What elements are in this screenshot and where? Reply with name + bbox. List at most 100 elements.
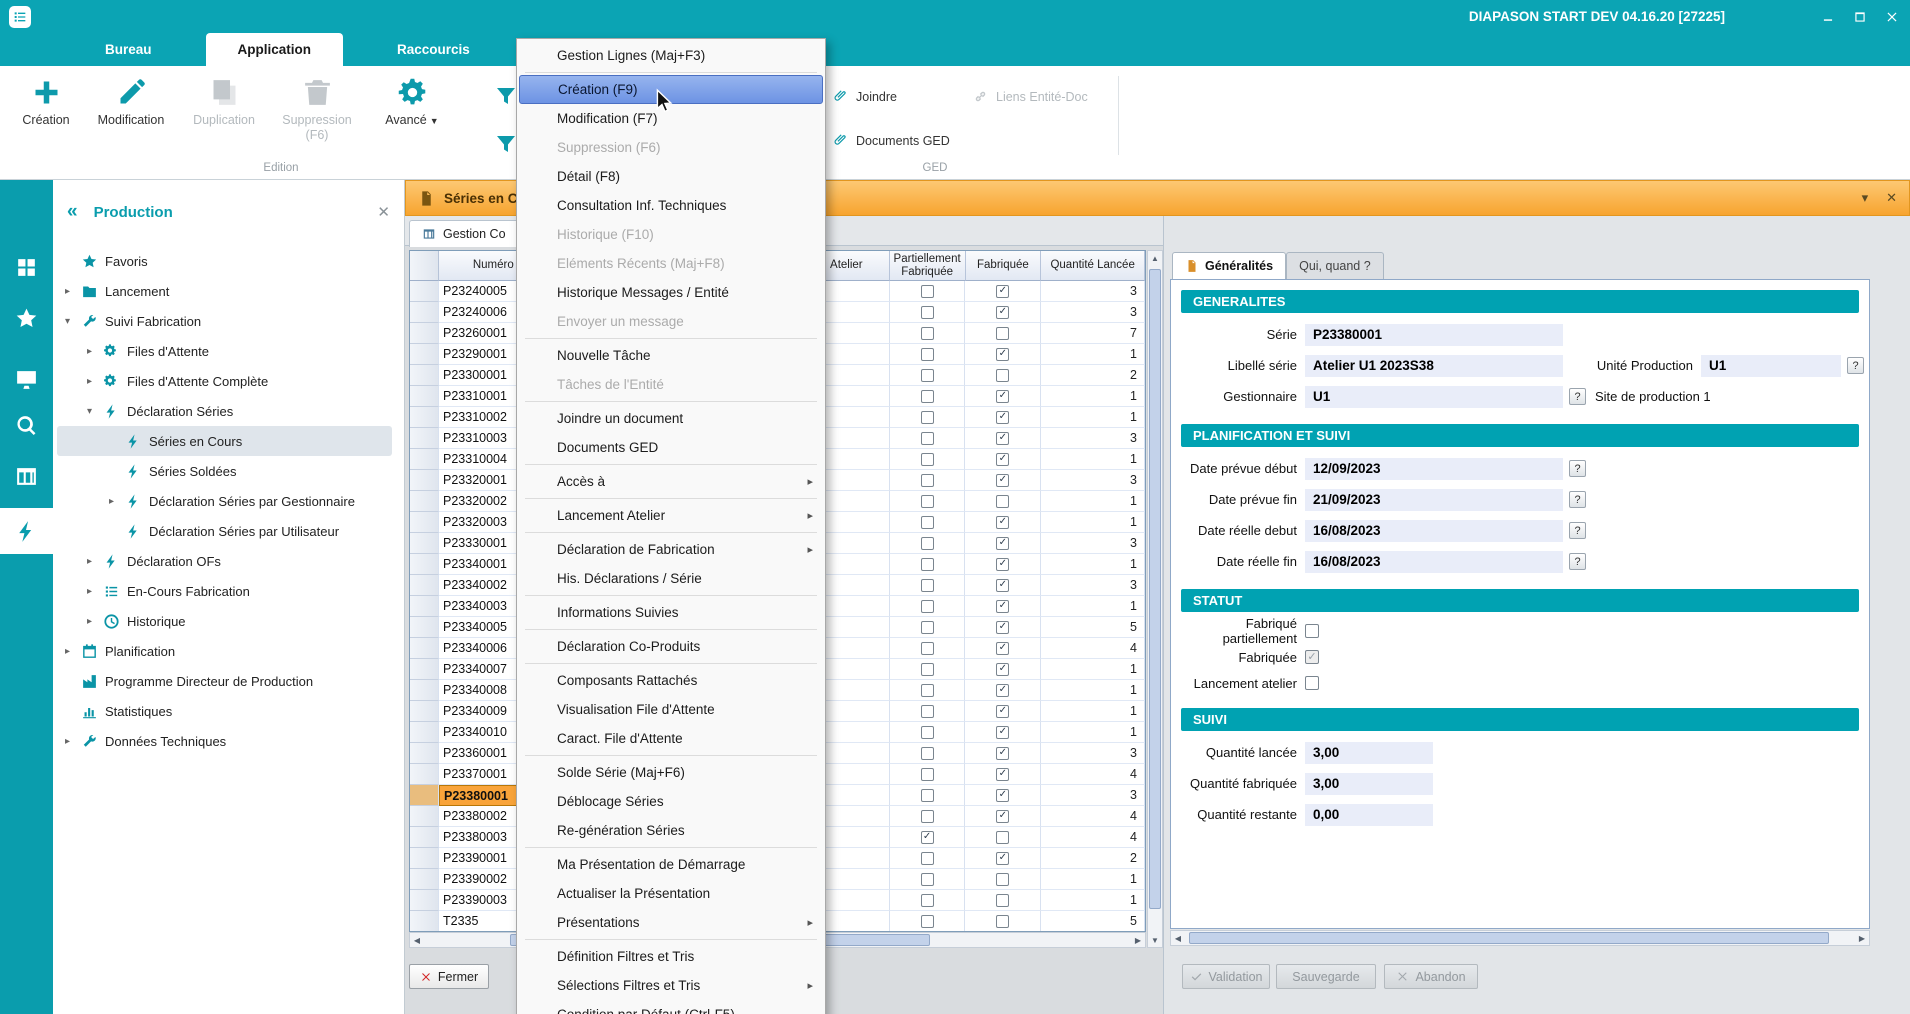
checkbox[interactable] [996,831,1009,844]
menu-item[interactable]: Définition Filtres et Tris [519,942,823,971]
menu-item[interactable]: Consultation Inf. Techniques [519,191,823,220]
menu-item[interactable]: Sélections Filtres et Tris▸ [519,971,823,1000]
menu-item[interactable]: Présentations▸ [519,908,823,937]
maximize-icon[interactable] [1850,7,1870,27]
row-selector[interactable] [410,659,439,680]
scrollbar-thumb[interactable] [1189,932,1829,944]
tree-collapsed-arrow-icon[interactable]: ▸ [65,646,81,657]
checkbox[interactable] [921,789,934,802]
checkbox[interactable]: ✓ [996,432,1009,445]
checkbox[interactable]: ✓ [996,537,1009,550]
row-selector[interactable] [410,806,439,827]
tab-qui-quand[interactable]: Qui, quand ? [1286,252,1384,279]
checkbox[interactable]: ✓ [996,810,1009,823]
dropdown-icon[interactable]: ▾ [1862,190,1869,206]
checkbox[interactable] [921,663,934,676]
minimize-icon[interactable] [1818,7,1838,27]
checkbox[interactable] [921,600,934,613]
checkbox[interactable]: ✓ [996,600,1009,613]
row-selector[interactable] [410,785,439,806]
fermer-button[interactable]: Fermer [409,964,489,989]
help-button[interactable]: ? [1569,553,1586,570]
field-value[interactable]: 12/09/2023 [1305,458,1563,480]
row-selector[interactable] [410,701,439,722]
duplication-button[interactable]: Duplication [182,76,266,128]
row-selector[interactable] [410,596,439,617]
scroll-up-icon[interactable]: ▲ [1148,251,1162,265]
checkbox[interactable] [921,726,934,739]
checkbox[interactable] [921,558,934,571]
menu-item[interactable]: Historique (F10) [519,220,823,249]
tree-item[interactable]: ▾Déclaration Séries [57,396,404,426]
row-selector[interactable] [410,428,439,449]
row-selector[interactable] [410,743,439,764]
abandon-button[interactable]: Abandon [1384,964,1478,989]
checkbox[interactable] [921,285,934,298]
checkbox[interactable]: ✓ [996,579,1009,592]
row-selector[interactable] [410,344,439,365]
menu-item[interactable]: Déclaration Co-Produits [519,632,823,661]
menu-item[interactable]: Déclaration de Fabrication▸ [519,535,823,564]
checkbox[interactable]: ✓ [996,516,1009,529]
tree-collapsed-arrow-icon[interactable]: ▸ [87,586,103,597]
checkbox[interactable] [921,852,934,865]
menu-item[interactable]: Ma Présentation de Démarrage [519,850,823,879]
close-icon[interactable] [1882,7,1902,27]
row-selector[interactable] [410,386,439,407]
column-header[interactable]: Quantité Lancée [1041,251,1145,281]
row-selector[interactable] [410,848,439,869]
checkbox[interactable] [921,495,934,508]
row-selector[interactable] [410,722,439,743]
help-button[interactable]: ? [1569,388,1586,405]
menu-item[interactable]: Lancement Atelier▸ [519,501,823,530]
tree-item[interactable]: Statistiques [57,696,404,726]
scroll-left-icon[interactable]: ◀ [410,933,424,947]
scroll-right-icon[interactable]: ▶ [1131,933,1145,947]
tree-item[interactable]: Programme Directeur de Production [57,666,404,696]
menu-item[interactable]: Envoyer un message [519,307,823,336]
checkbox[interactable] [921,348,934,361]
scroll-down-icon[interactable]: ▼ [1148,933,1162,947]
menu-item[interactable]: Visualisation File d'Attente [519,695,823,724]
row-selector[interactable] [410,827,439,848]
row-selector[interactable] [410,449,439,470]
checkbox[interactable]: ✓ [996,684,1009,697]
menu-item[interactable]: Informations Suivies [519,598,823,627]
field-value[interactable]: U1 [1305,386,1563,408]
checkbox[interactable]: ✓ [996,663,1009,676]
checkbox[interactable] [921,747,934,760]
row-selector[interactable] [410,617,439,638]
help-button[interactable]: ? [1569,460,1586,477]
joindre-button[interactable]: Joindre [832,88,897,105]
tab-gestion[interactable]: Gestion Co [409,220,519,247]
checkbox[interactable]: ✓ [996,789,1009,802]
module-desktop-button[interactable] [0,356,53,402]
tree-item[interactable]: ▸Planification [57,636,404,666]
close-panel-icon[interactable]: ✕ [377,203,390,221]
tree-collapsed-arrow-icon[interactable]: ▸ [87,376,103,387]
menu-item[interactable]: Joindre un document [519,404,823,433]
tab-generalites[interactable]: Généralités [1172,252,1286,279]
menu-item[interactable]: Eléments Récents (Maj+F8) [519,249,823,278]
field-value[interactable]: U1 [1701,355,1841,377]
module-modules-button[interactable] [0,244,53,290]
help-button[interactable]: ? [1569,522,1586,539]
sauvegarde-button[interactable]: Sauvegarde [1276,964,1376,989]
field-value[interactable]: 21/09/2023 [1305,489,1563,511]
checkbox[interactable] [921,915,934,928]
checkbox[interactable] [921,516,934,529]
tree-collapsed-arrow-icon[interactable]: ▸ [109,496,125,507]
menu-item[interactable]: Accès à▸ [519,467,823,496]
menu-item[interactable]: Suppression (F6) [519,133,823,162]
row-selector[interactable] [410,890,439,911]
tree-item[interactable]: Séries Soldées [57,456,404,486]
tree-item[interactable]: ▸Files d'Attente Complète [57,366,404,396]
column-header[interactable]: Partiellement Fabriquée [890,251,966,281]
menu-item[interactable]: Détail (F8) [519,162,823,191]
checkbox[interactable]: ✓ [996,726,1009,739]
checkbox[interactable] [1305,676,1319,690]
validation-button[interactable]: Validation [1182,964,1270,989]
checkbox[interactable] [996,915,1009,928]
tree-item[interactable]: ▸Déclaration Séries par Gestionnaire [57,486,404,516]
checkbox[interactable] [921,894,934,907]
